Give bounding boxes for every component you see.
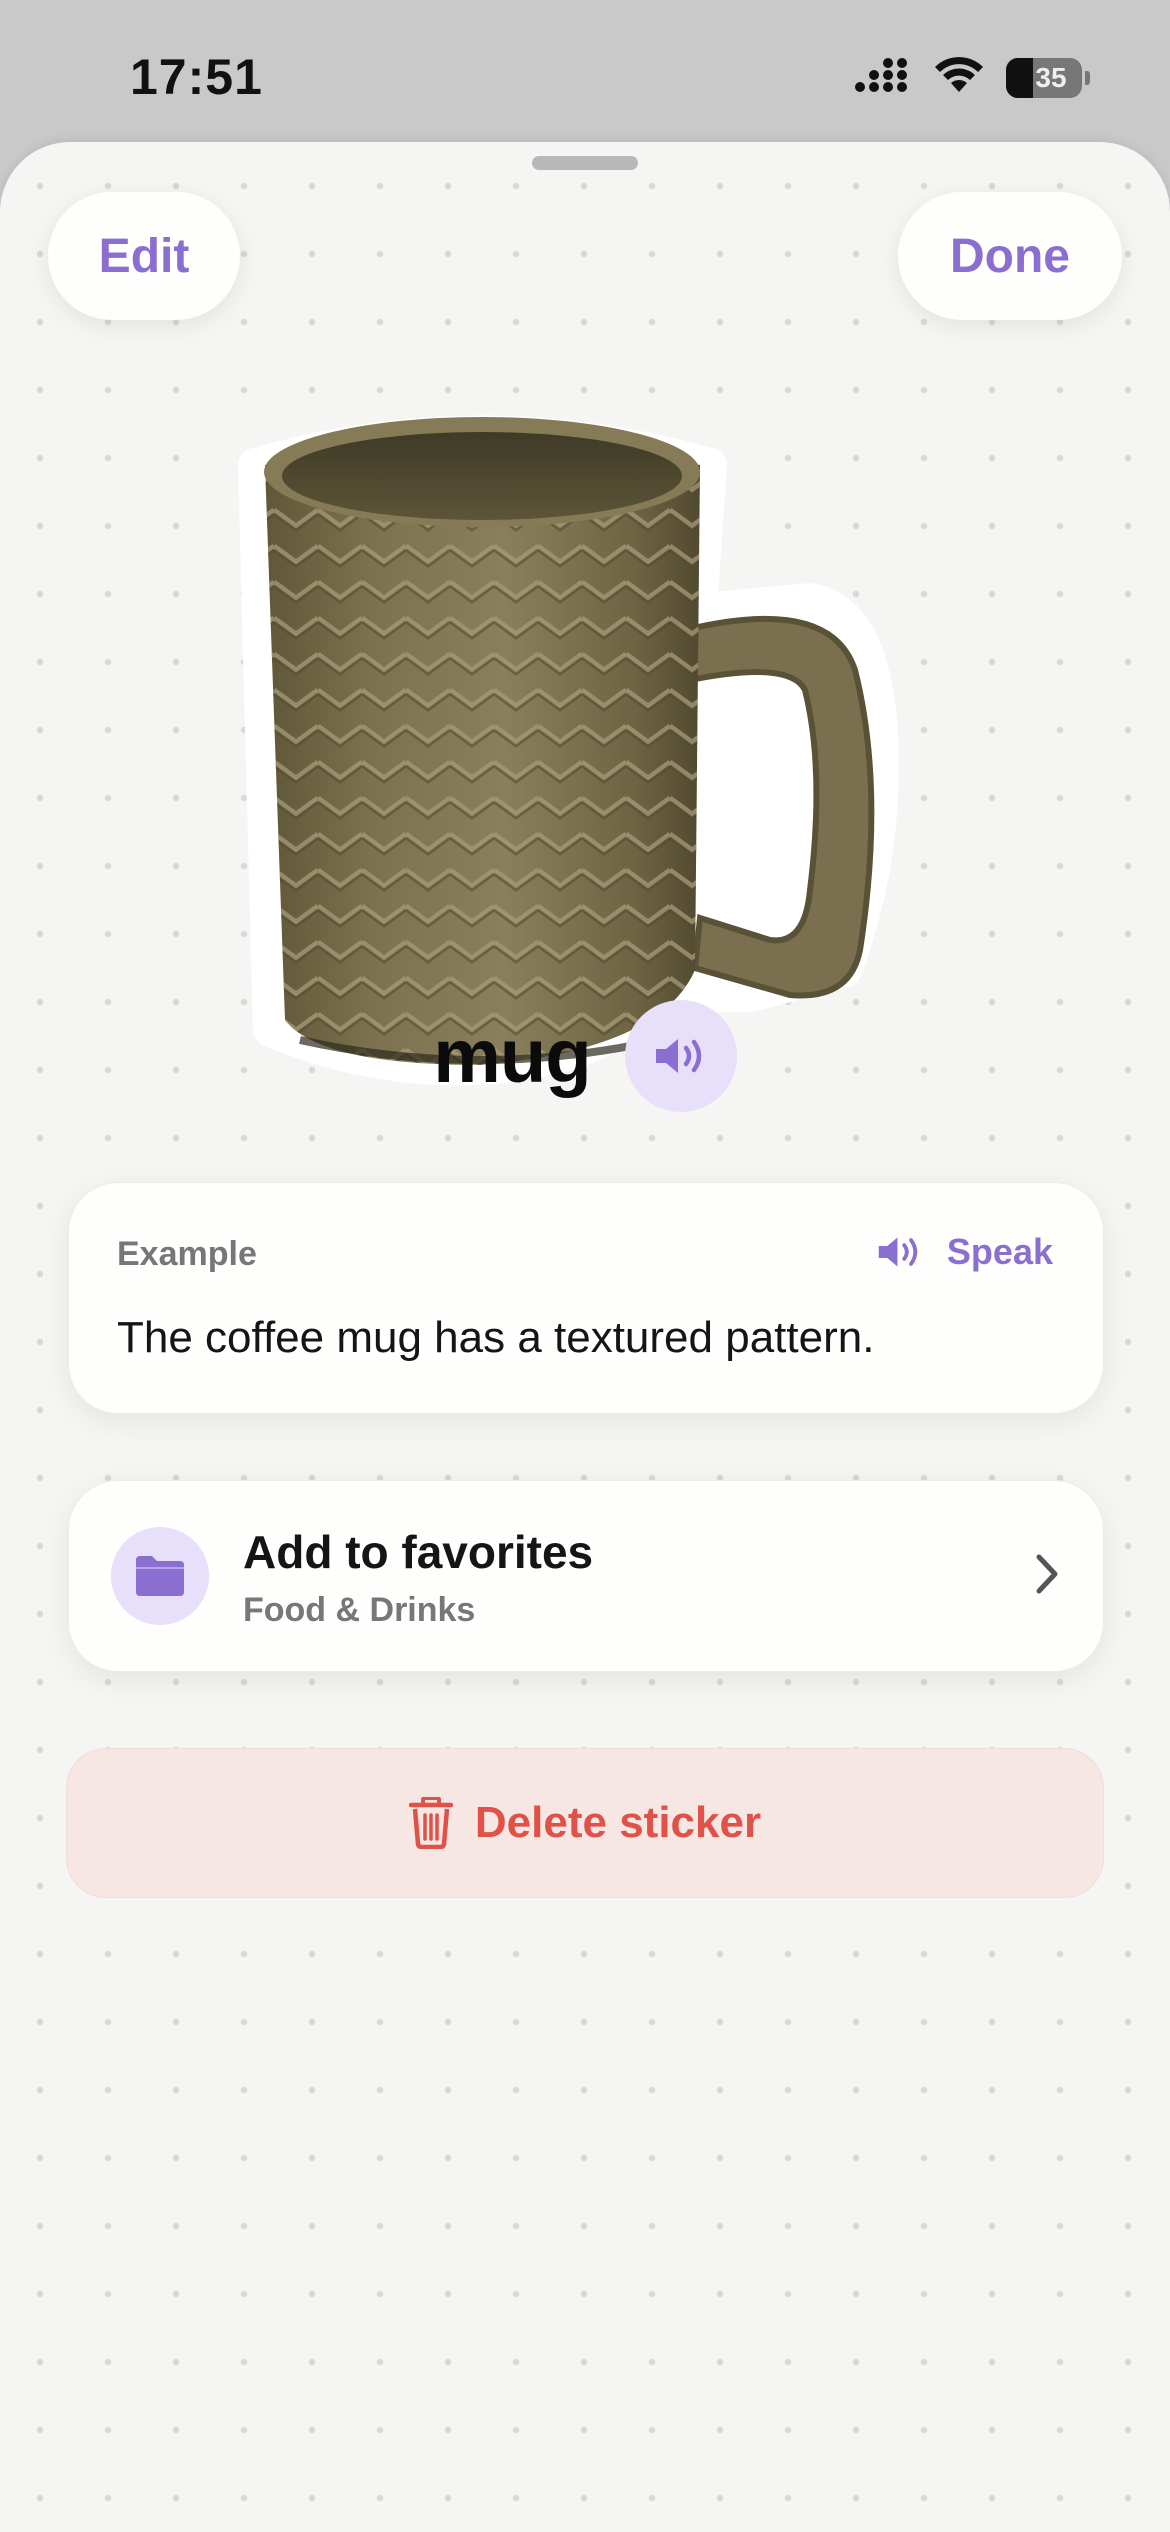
example-card: Example Speak The coffee mug has a textu… bbox=[68, 1182, 1104, 1414]
add-to-favorites-row[interactable]: Add to favorites Food & Drinks bbox=[68, 1480, 1104, 1672]
speaker-icon bbox=[878, 1237, 918, 1267]
speak-button[interactable]: Speak bbox=[877, 1231, 1053, 1273]
battery-level: 35 bbox=[1035, 61, 1067, 93]
status-time: 17:51 bbox=[130, 49, 263, 105]
speaker-icon bbox=[655, 1039, 701, 1073]
battery-icon: 35 bbox=[1006, 57, 1082, 98]
folder-icon-badge bbox=[111, 1527, 209, 1625]
favorites-title: Add to favorites bbox=[243, 1526, 594, 1578]
delete-sticker-button[interactable]: Delete sticker bbox=[66, 1748, 1104, 1898]
word-row: mug bbox=[0, 1000, 1170, 1112]
sheet-grabber[interactable] bbox=[532, 156, 638, 170]
sticker-word: mug bbox=[433, 1013, 591, 1099]
trash-icon bbox=[408, 1797, 453, 1849]
example-label: Example bbox=[117, 1235, 257, 1273]
example-sentence: The coffee mug has a textured pattern. bbox=[117, 1313, 875, 1362]
folder-icon bbox=[136, 1556, 184, 1596]
favorites-category: Food & Drinks bbox=[243, 1591, 476, 1629]
edit-button[interactable]: Edit bbox=[48, 192, 240, 320]
word-speak-button[interactable] bbox=[624, 1000, 737, 1112]
wifi-icon bbox=[934, 56, 984, 99]
delete-label: Delete sticker bbox=[474, 1798, 762, 1847]
chevron-right-icon bbox=[1033, 1551, 1061, 1602]
mug-sticker-image bbox=[230, 250, 930, 1120]
cellular-signal-icon bbox=[854, 56, 912, 99]
status-icons: 35 bbox=[854, 56, 1090, 99]
speak-label: Speak bbox=[946, 1231, 1053, 1272]
status-bar: 17:51 35 bbox=[0, 0, 1170, 150]
done-button[interactable]: Done bbox=[898, 192, 1122, 320]
